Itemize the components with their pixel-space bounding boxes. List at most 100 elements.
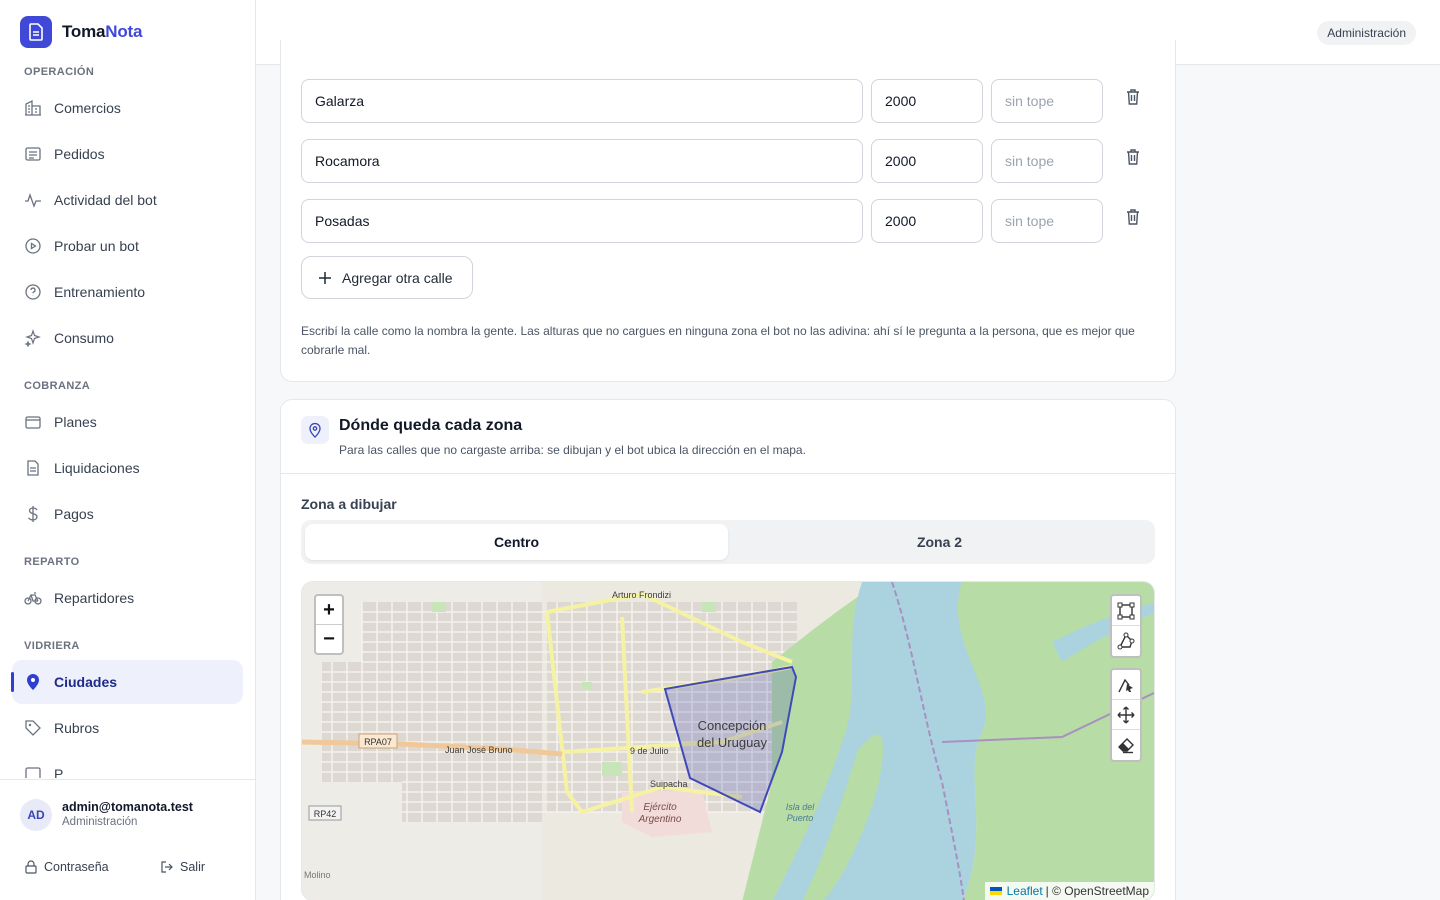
brand[interactable]: TomaNota bbox=[20, 16, 142, 48]
zoom-out-button[interactable]: − bbox=[316, 625, 342, 654]
logout-label: Salir bbox=[180, 860, 206, 874]
sidebar-item-actividad[interactable]: Actividad del bot bbox=[12, 178, 243, 222]
sidebar-item-comercios[interactable]: Comercios bbox=[12, 86, 243, 130]
sidebar-item-pedidos[interactable]: Pedidos bbox=[12, 132, 243, 176]
sidebar-item-label: Ciudades bbox=[54, 674, 118, 690]
street-from-input[interactable]: 2000 bbox=[871, 139, 983, 183]
map-route-badge-rpa07: RPA07 bbox=[358, 733, 398, 749]
zones-card: Dónde queda cada zona Para las calles qu… bbox=[280, 399, 1176, 900]
trash-icon[interactable] bbox=[1123, 147, 1143, 167]
sidebar-item-entrenamiento[interactable]: Entrenamiento bbox=[12, 270, 243, 314]
image-icon bbox=[25, 767, 41, 778]
map-label-9-de-julio: 9 de Julio bbox=[630, 746, 669, 756]
sidebar-item-label: P bbox=[54, 766, 64, 778]
map-label-molino: Molino bbox=[304, 870, 331, 880]
list-icon bbox=[25, 147, 41, 161]
section-title-operacion: OPERACIÓN bbox=[24, 66, 95, 78]
brand-name: TomaNota bbox=[62, 22, 143, 41]
zoom-in-button[interactable]: + bbox=[316, 596, 342, 625]
map-attribution: Leaflet | © OpenStreetMap bbox=[984, 882, 1154, 900]
sidebar-item-ciudades[interactable]: Ciudades bbox=[11, 660, 243, 704]
trash-icon[interactable] bbox=[1123, 87, 1143, 107]
dollar-icon bbox=[27, 506, 38, 522]
logout-link[interactable]: Salir bbox=[160, 860, 205, 874]
sidebar-item-probar-bot[interactable]: Probar un bot bbox=[12, 224, 243, 268]
zones-title: Dónde queda cada zona bbox=[339, 417, 523, 434]
section-title-reparto: REPARTO bbox=[24, 556, 80, 568]
zone-tabs: Centro Zona 2 bbox=[301, 520, 1155, 564]
tab-centro[interactable]: Centro bbox=[305, 524, 728, 560]
svg-text:RP42: RP42 bbox=[314, 809, 337, 819]
bike-icon bbox=[24, 592, 42, 605]
draw-polygon-button[interactable] bbox=[1112, 626, 1140, 656]
sidebar-item-label: Rubros bbox=[54, 720, 100, 736]
zone-map[interactable]: Concepción del Uruguay Ejército Argentin… bbox=[301, 581, 1155, 900]
sidebar-item-label: Liquidaciones bbox=[54, 460, 140, 476]
avatar: AD bbox=[20, 799, 52, 831]
sidebar-item-label: Entrenamiento bbox=[54, 284, 146, 300]
map-label-isla-2: Puerto bbox=[787, 813, 814, 823]
street-name-input[interactable]: Galarza bbox=[301, 79, 863, 123]
drag-button[interactable] bbox=[1112, 700, 1140, 730]
add-street-button[interactable]: Agregar otra calle bbox=[301, 256, 473, 299]
help-circle-icon bbox=[25, 284, 41, 300]
sidebar-item-liquidaciones[interactable]: Liquidaciones bbox=[12, 446, 243, 490]
sidebar-item-consumo[interactable]: Consumo bbox=[12, 316, 243, 360]
user-panel: AD admin@tomanota.test Administración Co… bbox=[0, 779, 255, 900]
map-city-label-2: del Uruguay bbox=[697, 735, 768, 750]
map-tiles: Concepción del Uruguay Ejército Argentin… bbox=[302, 582, 1154, 900]
draw-polygon-icon bbox=[1117, 632, 1135, 650]
sidebar: TomaNota OPERACIÓN Comercios Pedidos Act… bbox=[0, 0, 256, 900]
edit-vertices-button[interactable] bbox=[1112, 670, 1140, 700]
map-label-arturo-frondizi: Arturo Frondizi bbox=[612, 590, 671, 600]
file-text-icon bbox=[27, 460, 39, 476]
section-title-cobranza: COBRANZA bbox=[24, 380, 91, 392]
eraser-button[interactable] bbox=[1112, 730, 1140, 760]
zones-card-header: Dónde queda cada zona Para las calles qu… bbox=[281, 400, 1175, 474]
street-name-input[interactable]: Posadas bbox=[301, 199, 863, 243]
draw-rectangle-icon bbox=[1117, 602, 1135, 619]
edit-vertices-icon bbox=[1118, 678, 1133, 692]
tag-icon bbox=[25, 720, 41, 736]
leaflet-link[interactable]: Leaflet bbox=[1007, 882, 1043, 900]
zone-draw-label: Zona a dibujar bbox=[301, 496, 397, 512]
move-icon bbox=[1117, 706, 1135, 723]
change-password-link[interactable]: Contraseña bbox=[24, 860, 109, 874]
sidebar-item-repartidores[interactable]: Repartidores bbox=[12, 576, 243, 620]
sidebar-item-label: Consumo bbox=[54, 330, 114, 346]
sidebar-item-pagos[interactable]: Pagos bbox=[12, 492, 243, 536]
sidebar-item-partial[interactable]: P bbox=[12, 752, 243, 778]
tab-zona-2[interactable]: Zona 2 bbox=[728, 524, 1151, 560]
edit-toolbar bbox=[1110, 668, 1142, 762]
sidebar-item-label: Actividad del bot bbox=[54, 192, 157, 208]
user-email: admin@tomanota.test bbox=[62, 800, 193, 814]
map-label-suipacha: Suipacha bbox=[650, 779, 688, 789]
trash-icon[interactable] bbox=[1123, 207, 1143, 227]
logout-icon bbox=[161, 861, 173, 873]
zones-subtitle: Para las calles que no cargaste arriba: … bbox=[339, 443, 806, 457]
sidebar-item-label: Pagos bbox=[54, 506, 94, 522]
sidebar-item-label: Pedidos bbox=[54, 146, 105, 162]
sidebar-item-planes[interactable]: Planes bbox=[12, 400, 243, 444]
map-city-label-1: Concepción bbox=[698, 718, 767, 733]
eraser-icon bbox=[1118, 738, 1134, 754]
street-to-input[interactable]: sin tope bbox=[991, 79, 1103, 123]
draw-rectangle-button[interactable] bbox=[1112, 596, 1140, 626]
street-name-input[interactable]: Rocamora bbox=[301, 139, 863, 183]
sidebar-item-label: Repartidores bbox=[54, 590, 135, 606]
street-from-input[interactable]: 2000 bbox=[871, 199, 983, 243]
plus-icon bbox=[319, 271, 331, 284]
sidebar-item-rubros[interactable]: Rubros bbox=[12, 706, 243, 750]
map-pin-icon bbox=[27, 674, 39, 690]
draw-toolbar bbox=[1110, 594, 1142, 658]
street-to-input[interactable]: sin tope bbox=[991, 199, 1103, 243]
user-role: Administración bbox=[62, 816, 138, 828]
role-badge: Administración bbox=[1317, 21, 1416, 45]
activity-icon bbox=[25, 193, 41, 208]
sidebar-item-label: Planes bbox=[54, 414, 97, 430]
add-street-label: Agregar otra calle bbox=[342, 269, 453, 286]
street-from-input[interactable]: 2000 bbox=[871, 79, 983, 123]
osm-attribution: | © OpenStreetMap bbox=[1045, 884, 1149, 898]
street-to-input[interactable]: sin tope bbox=[991, 139, 1103, 183]
map-label-army-2: Argentino bbox=[638, 814, 682, 825]
